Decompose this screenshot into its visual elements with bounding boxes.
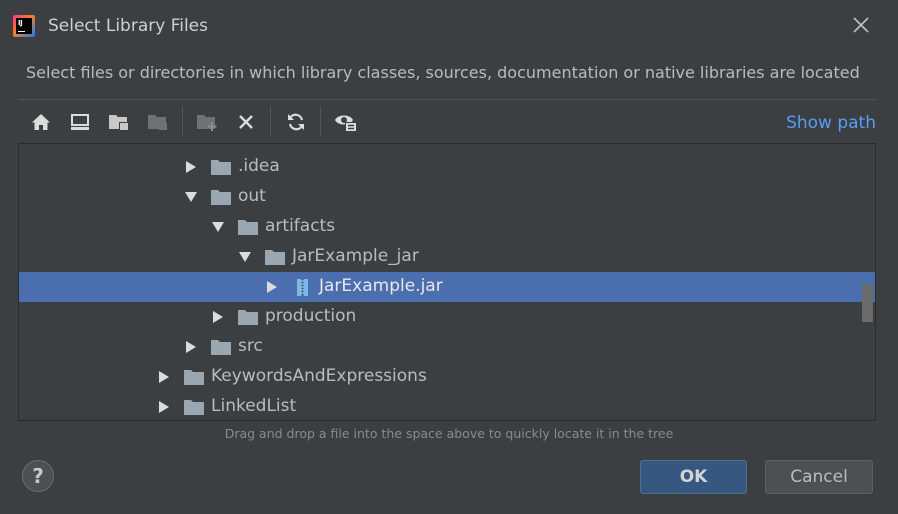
tree-item-label: artifacts: [265, 216, 336, 236]
folder-icon: [184, 400, 204, 415]
tree-row[interactable]: JarExample.jar: [19, 272, 875, 302]
new-folder-icon: [197, 115, 217, 131]
collapsed-arrow-icon[interactable]: [185, 161, 197, 173]
title-bar: IJ Select Library Files: [0, 0, 898, 50]
file-tree[interactable]: .idea out artifacts JarExample_jar JarExampl…: [18, 143, 876, 421]
tree-item-label: JarExample_jar: [292, 246, 419, 266]
toolbar-separator: [182, 106, 183, 136]
cancel-button[interactable]: Cancel: [765, 460, 873, 494]
expanded-arrow-icon[interactable]: [185, 191, 197, 203]
tree-item-label: JarExample.jar: [319, 276, 443, 296]
tree-item-label: KeywordsAndExpressions: [211, 366, 427, 386]
help-button[interactable]: ?: [22, 460, 54, 492]
tree-item-label: .idea: [238, 156, 280, 176]
tree-row[interactable]: production: [19, 302, 875, 332]
project-folder-icon: [109, 115, 129, 131]
tree-row[interactable]: artifacts: [19, 212, 875, 242]
collapsed-arrow-icon[interactable]: [158, 401, 170, 413]
folder-icon: [211, 160, 231, 175]
module-folder-icon: [148, 115, 167, 130]
tree-row[interactable]: src: [19, 332, 875, 362]
desktop-icon: [71, 114, 89, 130]
collapsed-arrow-icon[interactable]: [158, 371, 170, 383]
tree-item-label: production: [265, 306, 357, 326]
folder-icon: [211, 190, 231, 205]
close-icon: [853, 17, 869, 33]
tree-item-label: out: [238, 186, 266, 206]
partial-row-clipped: [185, 143, 305, 146]
dialog-description: Select files or directories in which lib…: [26, 63, 860, 82]
folder-icon: [184, 370, 204, 385]
folder-icon: [238, 310, 258, 325]
tree-row[interactable]: .idea: [19, 152, 875, 182]
refresh-icon: [288, 113, 304, 131]
delete-icon: [239, 115, 253, 129]
tree-item-label: LinkedList: [211, 396, 297, 416]
project-folder-button[interactable]: [105, 109, 133, 135]
tree-row[interactable]: LinkedList: [19, 392, 875, 420]
show-hidden-button[interactable]: [332, 109, 360, 135]
new-folder-button[interactable]: [193, 109, 221, 135]
show-path-link[interactable]: Show path: [786, 113, 876, 133]
scrollbar-thumb[interactable]: [862, 284, 873, 322]
folder-icon: [238, 220, 258, 235]
module-folder-button[interactable]: [144, 109, 172, 135]
jar-archive-icon: [297, 279, 308, 296]
tree-row[interactable]: KeywordsAndExpressions: [19, 362, 875, 392]
tree-row[interactable]: JarExample_jar: [19, 242, 875, 272]
show-hidden-icon: [335, 115, 357, 132]
expanded-arrow-icon[interactable]: [212, 221, 224, 233]
tree-row[interactable]: out: [19, 182, 875, 212]
expanded-arrow-icon[interactable]: [239, 251, 251, 263]
folder-icon: [265, 250, 285, 265]
collapsed-arrow-icon[interactable]: [185, 341, 197, 353]
intellij-logo-icon: IJ: [13, 15, 35, 37]
collapsed-arrow-icon[interactable]: [266, 281, 278, 293]
toolbar-separator: [320, 106, 321, 136]
delete-button[interactable]: [232, 109, 260, 135]
folder-icon: [211, 340, 231, 355]
home-button[interactable]: [27, 109, 55, 135]
ok-button[interactable]: OK: [640, 460, 747, 494]
home-icon: [32, 114, 50, 130]
toolbar: Show path: [18, 100, 876, 144]
drag-drop-hint: Drag and drop a file into the space abov…: [224, 426, 674, 441]
dialog-title: Select Library Files: [48, 16, 208, 36]
scrollbar[interactable]: [861, 144, 875, 420]
tree-item-label: src: [238, 336, 263, 356]
collapsed-arrow-icon[interactable]: [212, 311, 224, 323]
close-button[interactable]: [850, 14, 872, 36]
toolbar-separator: [270, 106, 271, 136]
desktop-button[interactable]: [66, 109, 94, 135]
refresh-button[interactable]: [282, 109, 310, 135]
